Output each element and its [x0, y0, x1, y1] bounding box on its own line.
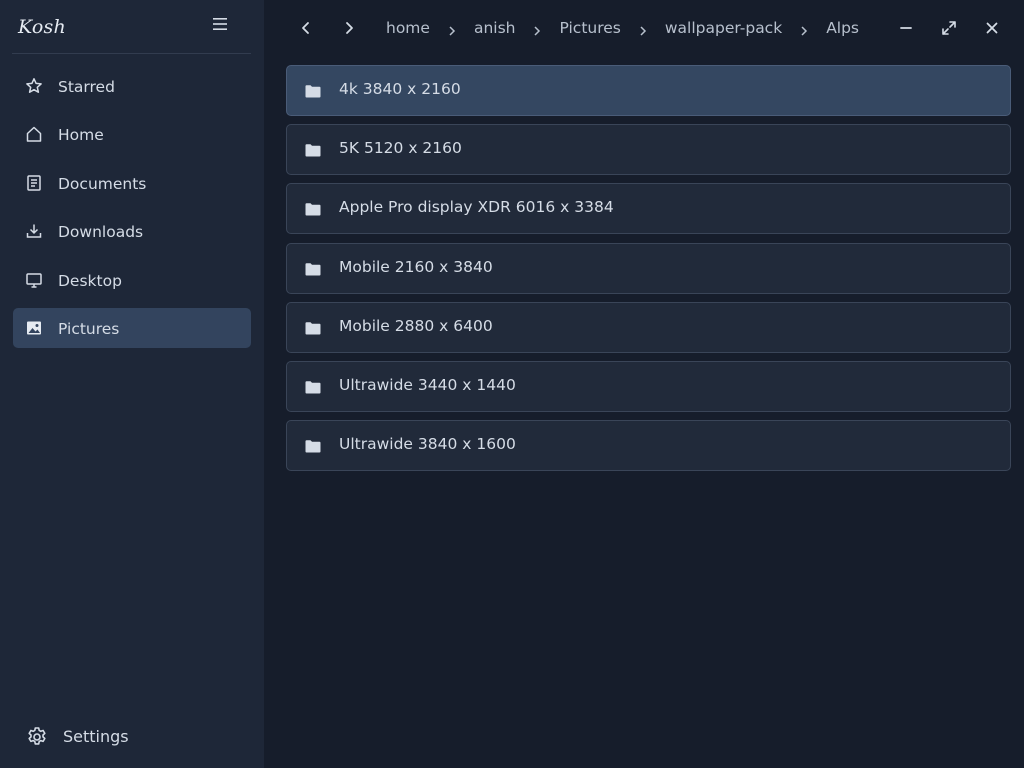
- folder-list: 4k 3840 x 2160 5K 5120 x 2160 Apple Pro …: [286, 65, 1011, 479]
- breadcrumb-item-home[interactable]: home: [386, 19, 430, 37]
- list-item[interactable]: Ultrawide 3440 x 1440: [286, 360, 1011, 412]
- app-title: Kosh: [18, 16, 66, 38]
- monitor-icon: [25, 271, 43, 289]
- sidebar-item-home[interactable]: Home: [13, 114, 251, 154]
- gear-icon: [26, 726, 48, 748]
- folder-name: Mobile 2160 x 3840: [339, 257, 493, 276]
- list-item[interactable]: Ultrawide 3840 x 1600: [286, 420, 1011, 472]
- folder-icon: [305, 261, 321, 276]
- breadcrumb-item-alps[interactable]: Alps: [826, 19, 859, 37]
- folder-icon: [305, 201, 321, 216]
- chevron-right-icon: [637, 22, 649, 36]
- file-manager-window: Kosh Starred Home Documents Downloads De…: [0, 0, 1024, 768]
- folder-icon: [305, 320, 321, 335]
- folder-name: Apple Pro display XDR 6016 x 3384: [339, 198, 614, 217]
- image-icon: [25, 319, 43, 337]
- toolbar: home anish Pictures wallpaper-pack Alps: [264, 0, 1024, 56]
- folder-name: 5K 5120 x 2160: [339, 139, 462, 158]
- sidebar-item-label: Pictures: [58, 319, 120, 338]
- list-item[interactable]: Apple Pro display XDR 6016 x 3384: [286, 183, 1011, 235]
- sidebar-item-documents[interactable]: Documents: [13, 163, 251, 203]
- maximize-icon[interactable]: [939, 18, 959, 38]
- minimize-icon[interactable]: [896, 18, 916, 38]
- breadcrumb: home anish Pictures wallpaper-pack Alps: [386, 17, 859, 39]
- chevron-right-icon: [531, 22, 543, 36]
- breadcrumb-item-pictures[interactable]: Pictures: [559, 19, 620, 37]
- list-item[interactable]: 5K 5120 x 2160: [286, 124, 1011, 176]
- sidebar-item-pictures[interactable]: Pictures: [13, 307, 251, 348]
- sidebar-nav: Starred Home Documents Downloads Desktop…: [13, 66, 251, 356]
- folder-name: Ultrawide 3440 x 1440: [339, 375, 516, 394]
- sidebar-item-label: Starred: [58, 78, 115, 96]
- sidebar-header: Kosh: [12, 0, 251, 54]
- folder-name: Ultrawide 3840 x 1600: [339, 435, 516, 454]
- download-icon: [25, 222, 43, 240]
- sidebar-item-desktop[interactable]: Desktop: [13, 260, 251, 300]
- settings-button[interactable]: Settings: [24, 722, 224, 752]
- chevron-right-icon: [798, 22, 810, 36]
- folder-name: 4k 3840 x 2160: [339, 80, 461, 98]
- folder-icon: [305, 83, 321, 98]
- sidebar-item-label: Desktop: [58, 271, 122, 290]
- folder-icon: [305, 142, 321, 157]
- list-item[interactable]: Mobile 2160 x 3840: [286, 242, 1011, 294]
- folder-name: Mobile 2880 x 6400: [339, 316, 493, 335]
- back-icon[interactable]: [296, 18, 316, 38]
- sidebar-item-label: Downloads: [58, 223, 144, 242]
- sidebar-item-label: Home: [58, 126, 104, 145]
- star-icon: [25, 77, 43, 95]
- breadcrumb-item-anish[interactable]: anish: [474, 19, 516, 37]
- forward-icon[interactable]: [339, 18, 359, 38]
- hamburger-menu-icon[interactable]: [212, 16, 228, 32]
- folder-icon: [305, 438, 321, 453]
- chevron-right-icon: [446, 22, 458, 36]
- sidebar-item-downloads[interactable]: Downloads: [13, 211, 251, 251]
- list-item[interactable]: Mobile 2880 x 6400: [286, 301, 1011, 353]
- main-pane: home anish Pictures wallpaper-pack Alps: [264, 0, 1024, 768]
- sidebar: Kosh Starred Home Documents Downloads De…: [0, 0, 264, 768]
- folder-icon: [305, 379, 321, 394]
- settings-label: Settings: [63, 727, 129, 746]
- list-item[interactable]: 4k 3840 x 2160: [286, 65, 1011, 116]
- breadcrumb-item-wallpaper-pack[interactable]: wallpaper-pack: [665, 19, 782, 37]
- close-icon[interactable]: [982, 18, 1002, 38]
- home-icon: [25, 125, 43, 143]
- document-icon: [25, 174, 43, 192]
- sidebar-item-label: Documents: [58, 174, 147, 193]
- sidebar-item-starred[interactable]: Starred: [13, 66, 251, 106]
